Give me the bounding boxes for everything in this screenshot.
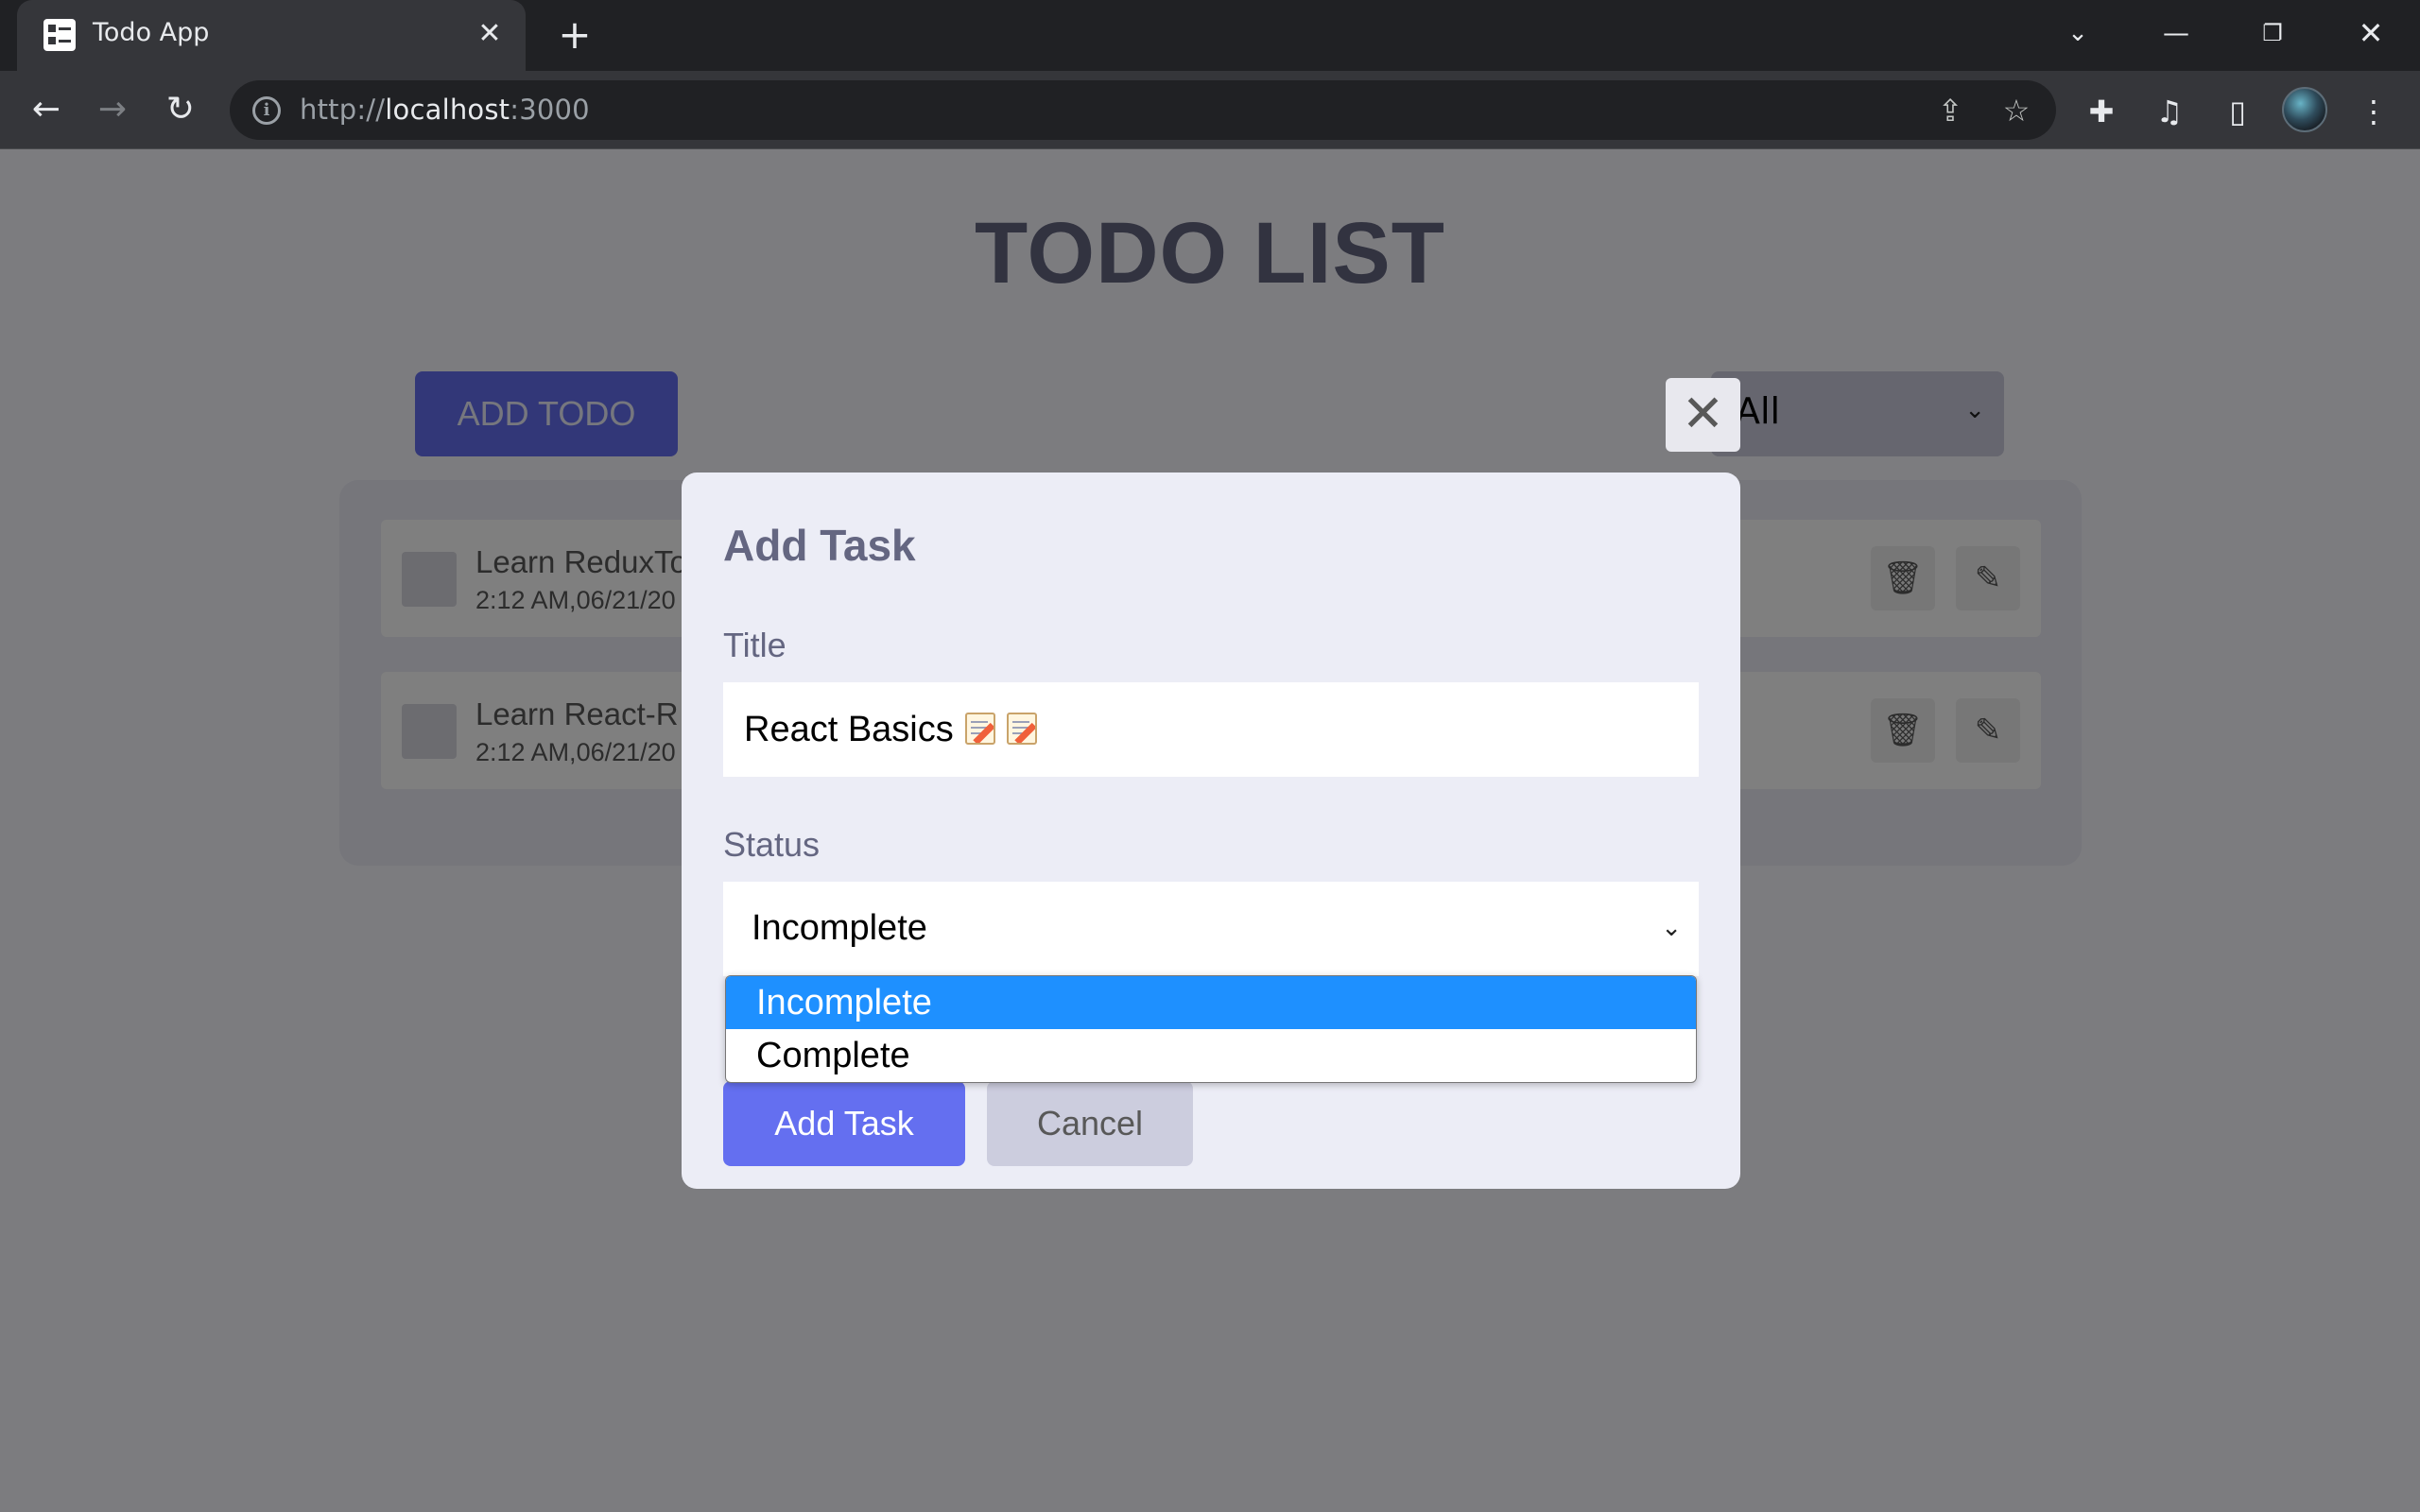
extensions-puzzle-icon[interactable]: ✚ <box>2080 90 2123 133</box>
more-menu-icon[interactable]: ⋮ <box>2352 90 2395 133</box>
browser-titlebar: Todo App ✕ + ⌄ — ❐ ✕ <box>0 0 2420 71</box>
url-port: :3000 <box>510 94 590 126</box>
profile-avatar[interactable] <box>2282 87 2327 132</box>
modal-close-icon[interactable]: ✕ <box>1666 378 1740 452</box>
status-select[interactable]: Incomplete ⌄ <box>723 882 1699 976</box>
window-close-icon[interactable]: ✕ <box>2342 9 2399 57</box>
title-label: Title <box>723 626 786 664</box>
new-tab-icon[interactable]: + <box>553 13 596 57</box>
browser-toolbar: ← → ↻ i http://localhost:3000 ⇪ ☆ ✚ ♫ ▯ … <box>0 71 2420 149</box>
status-option-complete[interactable]: Complete <box>726 1029 1696 1082</box>
url-scheme: http:// <box>300 94 386 126</box>
bookmark-star-icon[interactable]: ☆ <box>1997 92 2035 129</box>
checklist-icon <box>43 19 76 51</box>
tab-close-icon[interactable]: ✕ <box>471 15 509 53</box>
media-control-icon[interactable]: ♫ <box>2148 90 2191 133</box>
tab-search-icon[interactable]: ⌄ <box>2049 9 2106 57</box>
tab-title: Todo App <box>93 18 210 47</box>
memo-emoji-icon <box>1006 713 1037 745</box>
status-label: Status <box>723 825 821 864</box>
back-icon[interactable]: ← <box>23 86 70 133</box>
address-bar[interactable]: i http://localhost:3000 ⇪ ☆ <box>230 80 2056 140</box>
side-panel-icon[interactable]: ▯ <box>2216 90 2259 133</box>
memo-emoji-icon <box>964 713 995 745</box>
modal-heading: Add Task <box>723 521 916 570</box>
cancel-button[interactable]: Cancel <box>987 1081 1193 1166</box>
share-icon[interactable]: ⇪ <box>1931 92 1969 129</box>
status-select-value: Incomplete <box>752 908 927 948</box>
status-option-incomplete[interactable]: Incomplete <box>726 976 1696 1029</box>
chevron-down-icon: ⌄ <box>1661 914 1682 942</box>
title-input[interactable]: React Basics <box>723 682 1699 777</box>
site-info-icon[interactable]: i <box>252 96 281 125</box>
restore-icon[interactable]: ❐ <box>2244 9 2301 57</box>
browser-tab[interactable]: Todo App ✕ <box>17 0 526 71</box>
minimize-icon[interactable]: — <box>2148 9 2204 57</box>
add-task-button[interactable]: Add Task <box>723 1081 965 1166</box>
forward-icon[interactable]: → <box>89 86 136 133</box>
url-text[interactable]: http://localhost:3000 <box>300 94 590 126</box>
reload-icon[interactable]: ↻ <box>157 86 204 133</box>
url-host: localhost <box>385 94 510 126</box>
status-dropdown-list: Incomplete Complete <box>725 975 1697 1083</box>
title-input-value: React Basics <box>744 710 954 749</box>
